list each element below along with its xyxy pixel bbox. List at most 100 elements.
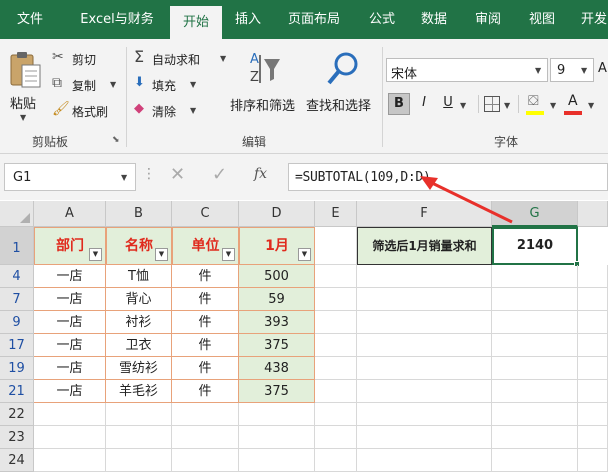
- cell-empty[interactable]: [492, 426, 578, 449]
- row-header-7[interactable]: 7: [0, 288, 34, 311]
- tab-developer[interactable]: 开发: [574, 0, 608, 39]
- font-name-select[interactable]: 宋体 ▼: [386, 58, 548, 82]
- header-cell-name[interactable]: 名称 ▼: [106, 227, 172, 265]
- fill-button[interactable]: ⬇ 填充 ▼: [134, 75, 204, 95]
- cell-empty[interactable]: [492, 265, 578, 288]
- filter-active-icon[interactable]: ▼: [89, 248, 102, 261]
- cell-empty[interactable]: [315, 288, 357, 311]
- cell-empty[interactable]: [357, 288, 492, 311]
- cell-empty[interactable]: [492, 334, 578, 357]
- table-cell-dept[interactable]: 一店: [34, 288, 106, 311]
- cell-empty[interactable]: [578, 426, 608, 449]
- row-header-21[interactable]: 21: [0, 380, 34, 403]
- table-cell-dept[interactable]: 一店: [34, 334, 106, 357]
- tab-formulas[interactable]: 公式: [360, 0, 404, 39]
- cell-e1[interactable]: [315, 227, 357, 265]
- row-header-24[interactable]: 24: [0, 449, 34, 472]
- table-cell-dept[interactable]: 一店: [34, 380, 106, 403]
- cut-button[interactable]: ✂ 剪切: [52, 49, 122, 69]
- table-cell-name[interactable]: 雪纺衫: [106, 357, 172, 380]
- cell-empty[interactable]: [357, 311, 492, 334]
- column-header-b[interactable]: B: [106, 201, 172, 227]
- table-cell-name[interactable]: [106, 403, 172, 426]
- fill-color-button[interactable]: ⛋: [526, 93, 548, 115]
- autosum-button[interactable]: Σ 自动求和 ▼: [134, 49, 230, 69]
- fill-dropdown-icon[interactable]: ▼: [190, 80, 196, 89]
- font-name-dropdown-icon[interactable]: ▼: [535, 66, 541, 75]
- cell-g1-selected[interactable]: 2140: [492, 227, 578, 265]
- cell-empty[interactable]: [578, 449, 608, 472]
- filter-dropdown-icon[interactable]: ▼: [298, 248, 311, 261]
- tab-data[interactable]: 数据: [412, 0, 456, 39]
- table-cell-name[interactable]: 羊毛衫: [106, 380, 172, 403]
- column-header-a[interactable]: A: [34, 201, 106, 227]
- clear-dropdown-icon[interactable]: ▼: [190, 106, 196, 115]
- cell-empty[interactable]: [492, 449, 578, 472]
- name-box-dropdown-icon[interactable]: ▼: [121, 173, 127, 182]
- row-header-19[interactable]: 19: [0, 357, 34, 380]
- table-cell-jan[interactable]: [239, 426, 315, 449]
- table-cell-unit[interactable]: 件: [172, 334, 239, 357]
- tab-home[interactable]: 开始: [170, 6, 222, 39]
- row-header-1[interactable]: 1: [0, 227, 34, 265]
- find-select-button[interactable]: 查找和选择: [304, 45, 380, 129]
- table-cell-dept[interactable]: 一店: [34, 265, 106, 288]
- paste-button[interactable]: 粘贴 ▼: [6, 47, 44, 127]
- borders-dropdown-icon[interactable]: ▼: [504, 101, 510, 110]
- cell-empty[interactable]: [578, 357, 608, 380]
- bold-button[interactable]: B: [388, 93, 410, 115]
- fill-color-dropdown-icon[interactable]: ▼: [550, 101, 556, 110]
- filter-dropdown-icon[interactable]: ▼: [155, 248, 168, 261]
- column-header-f[interactable]: F: [357, 201, 492, 227]
- paste-dropdown-icon[interactable]: ▼: [20, 113, 26, 122]
- cell-empty[interactable]: [578, 403, 608, 426]
- more-options-icon[interactable]: ⋮: [142, 166, 156, 182]
- table-cell-jan[interactable]: 375: [239, 380, 315, 403]
- header-cell-dept[interactable]: 部门 ▼: [34, 227, 106, 265]
- font-color-button[interactable]: A: [564, 93, 584, 115]
- formula-input[interactable]: =SUBTOTAL(109,D:D): [288, 163, 608, 191]
- cancel-icon[interactable]: ✕: [170, 164, 185, 185]
- dialog-launcher-icon[interactable]: ⬊: [112, 135, 120, 145]
- cell-empty[interactable]: [315, 426, 357, 449]
- tab-excel-finance[interactable]: Excel与财务: [68, 0, 166, 39]
- format-painter-button[interactable]: 🖌 格式刷: [52, 101, 122, 121]
- cell-empty[interactable]: [492, 288, 578, 311]
- table-cell-unit[interactable]: 件: [172, 311, 239, 334]
- table-cell-name[interactable]: T恤: [106, 265, 172, 288]
- cell-empty[interactable]: [357, 380, 492, 403]
- table-cell-dept[interactable]: 一店: [34, 357, 106, 380]
- table-cell-jan[interactable]: 375: [239, 334, 315, 357]
- select-all-corner[interactable]: [0, 201, 34, 227]
- font-size-select[interactable]: 9 ▼: [550, 58, 594, 82]
- font-color-dropdown-icon[interactable]: ▼: [588, 101, 594, 110]
- cell-empty[interactable]: [315, 403, 357, 426]
- cell-empty[interactable]: [315, 357, 357, 380]
- row-header-4[interactable]: 4: [0, 265, 34, 288]
- font-size-dropdown-icon[interactable]: ▼: [581, 66, 587, 75]
- table-cell-unit[interactable]: [172, 449, 239, 472]
- tab-insert[interactable]: 插入: [226, 0, 270, 39]
- table-cell-unit[interactable]: [172, 426, 239, 449]
- row-header-17[interactable]: 17: [0, 334, 34, 357]
- clear-button[interactable]: ◆ 清除 ▼: [134, 101, 204, 121]
- cell-f1[interactable]: 筛选后1月销量求和: [357, 227, 492, 265]
- cell-empty[interactable]: [492, 380, 578, 403]
- column-header-g[interactable]: G: [492, 201, 578, 227]
- table-cell-name[interactable]: 衬衫: [106, 311, 172, 334]
- cell-empty[interactable]: [315, 265, 357, 288]
- worksheet-grid[interactable]: A B C D E F G 1 部门 ▼ 名称 ▼ 单位 ▼ 1月 ▼ 筛选后1…: [0, 201, 608, 437]
- table-cell-name[interactable]: [106, 426, 172, 449]
- table-cell-jan[interactable]: 500: [239, 265, 315, 288]
- copy-dropdown-icon[interactable]: ▼: [110, 80, 116, 89]
- cell-empty[interactable]: [492, 403, 578, 426]
- table-cell-unit[interactable]: 件: [172, 265, 239, 288]
- increase-font-icon[interactable]: A: [598, 61, 607, 76]
- underline-dropdown-icon[interactable]: ▼: [460, 101, 466, 110]
- cell-empty[interactable]: [357, 449, 492, 472]
- table-cell-jan[interactable]: [239, 403, 315, 426]
- cell-empty[interactable]: [578, 334, 608, 357]
- cell-empty[interactable]: [578, 380, 608, 403]
- table-cell-jan[interactable]: 59: [239, 288, 315, 311]
- cell-empty[interactable]: [357, 357, 492, 380]
